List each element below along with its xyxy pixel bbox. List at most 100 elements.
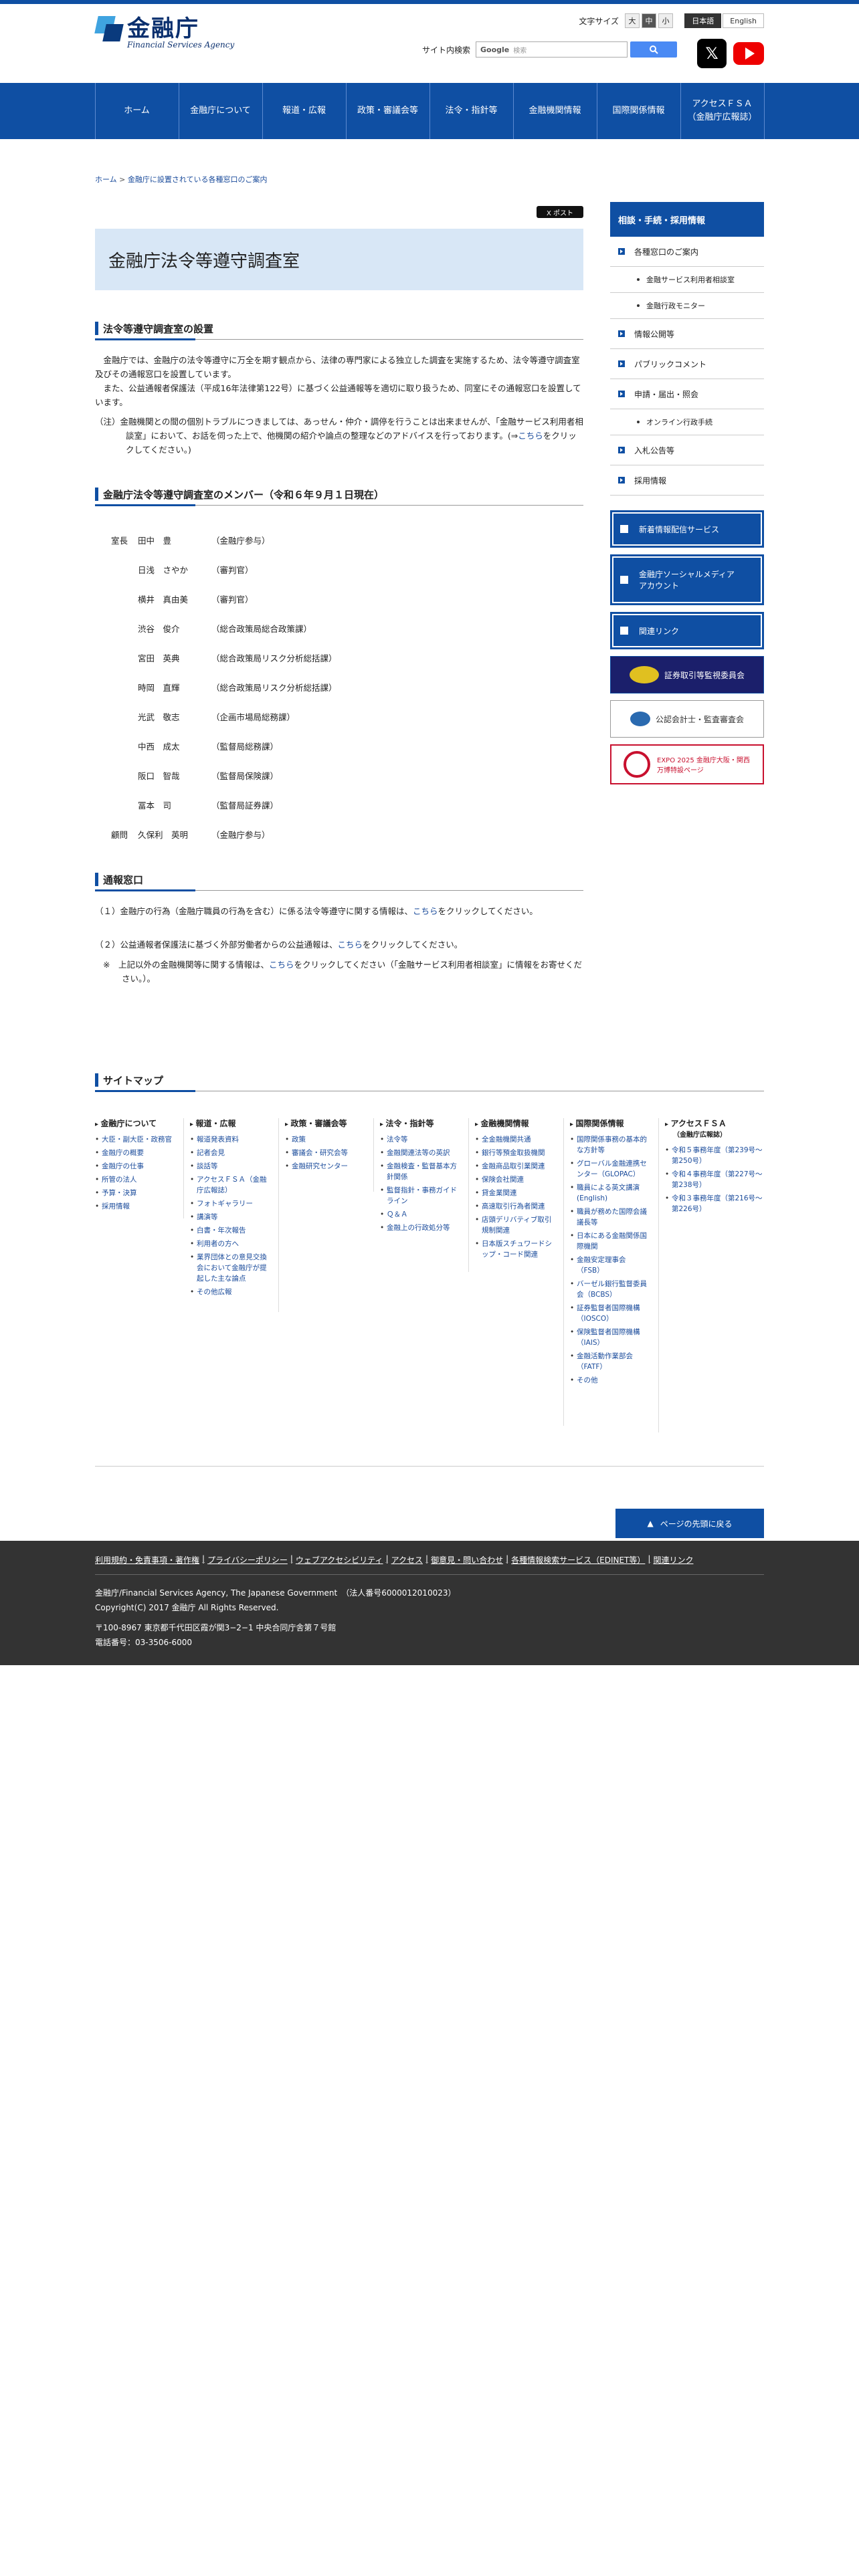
site-logo[interactable]: 金融庁 Financial Services Agency xyxy=(94,16,234,49)
sitemap-link[interactable]: その他広報 xyxy=(190,1287,269,1297)
sitemap-link[interactable]: 記者会見 xyxy=(190,1148,269,1158)
sitemap-link[interactable]: 金融商品取引業関連 xyxy=(475,1161,554,1172)
sitemap-link[interactable]: 令和３事務年度（第216号〜第226号） xyxy=(665,1193,764,1214)
breadcrumb-parent-link[interactable]: 金融庁に設置されている各種窓口のご案内 xyxy=(128,175,268,184)
sitemap-link[interactable]: 政策 xyxy=(285,1134,364,1145)
sitemap-link[interactable]: 金融上の行政処分等 xyxy=(380,1222,459,1233)
sitemap-link[interactable]: 職員が務めた国際会議議長等 xyxy=(570,1206,649,1228)
banner-related-links[interactable]: 関連リンク xyxy=(610,612,764,649)
sitemap-link[interactable]: 令和４事務年度（第227号〜第238号） xyxy=(665,1169,764,1190)
sitemap-link[interactable]: 金融活動作業部会（FATF） xyxy=(570,1351,649,1372)
sidebar-item-consultation[interactable]: 金融サービス利用者相談室 xyxy=(610,267,764,293)
sitemap-link[interactable]: 業界団体との意見交換会において金融庁が提起した主な論点 xyxy=(190,1252,269,1284)
lang-japanese-button[interactable]: 日本語 xyxy=(684,13,722,28)
sidebar-item-monitor[interactable]: 金融行政モニター xyxy=(610,293,764,319)
report-item-1-link[interactable]: こちら xyxy=(413,906,438,916)
sidebar-item-public-comment[interactable]: パブリックコメント xyxy=(610,349,764,379)
text-size-large-button[interactable]: 大 xyxy=(625,13,640,28)
sitemap-link[interactable]: 所管の法人 xyxy=(95,1174,174,1185)
footer-link-access[interactable]: アクセス xyxy=(391,1554,423,1574)
search-input[interactable]: Google 検索 xyxy=(476,41,628,58)
sitemap-link[interactable]: 職員による英文講演(English) xyxy=(570,1182,649,1204)
sitemap-link[interactable]: 監督指針・事務ガイドライン xyxy=(380,1185,459,1206)
sitemap-link[interactable]: 保険監督者国際機構（IAIS） xyxy=(570,1327,649,1348)
x-twitter-icon[interactable]: 𝕏 xyxy=(697,39,727,68)
banner-expo2025[interactable]: EXPO 2025 金融庁大阪・関西万博特設ページ xyxy=(610,744,764,784)
sitemap-link[interactable]: 利用者の方へ xyxy=(190,1239,269,1249)
report-item-2-link[interactable]: こちら xyxy=(338,940,363,950)
footer-link-related[interactable]: 関連リンク xyxy=(653,1554,693,1574)
sitemap-link[interactable]: 金融検査・監督基本方針関係 xyxy=(380,1161,459,1182)
sitemap-link[interactable]: 国際関係事務の基本的な方針等 xyxy=(570,1134,649,1156)
page-top-label: ページの先頭に戻る xyxy=(660,1519,733,1529)
sitemap-link[interactable]: 金融庁の仕事 xyxy=(95,1161,174,1172)
expo-logo-icon xyxy=(624,751,650,778)
banner-sesc[interactable]: 証券取引等監視委員会 xyxy=(610,656,764,693)
nav-laws[interactable]: 法令・指針等 xyxy=(430,83,514,139)
footer-link-accessibility[interactable]: ウェブアクセシビリティ xyxy=(296,1554,383,1574)
text-size-small-button[interactable]: 小 xyxy=(658,13,673,28)
sidebar-item-online[interactable]: オンライン行政手続 xyxy=(610,409,764,435)
lang-english-button[interactable]: English xyxy=(723,13,764,28)
sidebar-item-recruit[interactable]: 採用情報 xyxy=(610,465,764,496)
sitemap-divider xyxy=(278,1118,279,1312)
banner-cpaaob[interactable]: 公認会計士・監査審査会 xyxy=(610,700,764,738)
sitemap-link[interactable]: フォトギャラリー xyxy=(190,1198,269,1209)
sitemap-link[interactable]: 講演等 xyxy=(190,1212,269,1222)
sitemap-link[interactable]: 採用情報 xyxy=(95,1201,174,1212)
sidebar-item-applications[interactable]: 申請・届出・照会 xyxy=(610,379,764,409)
sidebar-item-windows[interactable]: 各種窓口のご案内 xyxy=(610,237,764,267)
footer-link-edinet[interactable]: 各種情報検索サービス（EDINET等） xyxy=(511,1554,645,1574)
sitemap-link[interactable]: 金融庁の概要 xyxy=(95,1148,174,1158)
sitemap-link[interactable]: 法令等 xyxy=(380,1134,459,1145)
breadcrumb-home-link[interactable]: ホーム xyxy=(95,175,117,184)
sitemap-link[interactable]: 金融関連法等の英訳 xyxy=(380,1148,459,1158)
report-item-3-link[interactable]: こちら xyxy=(269,960,294,970)
banner-news-delivery[interactable]: 新着情報配信サービス xyxy=(610,510,764,548)
sitemap-link[interactable]: 審議会・研究会等 xyxy=(285,1148,364,1158)
sitemap-link[interactable]: 日本版スチュワードシップ・コード関連 xyxy=(475,1239,554,1260)
footer-link-privacy[interactable]: プライバシーポリシー xyxy=(207,1554,288,1574)
sidebar-item-disclosure[interactable]: 情報公開等 xyxy=(610,319,764,349)
search-button[interactable] xyxy=(630,41,677,58)
nav-institutions[interactable]: 金融機関情報 xyxy=(514,83,597,139)
sitemap-link[interactable]: 証券監督者国際機構（IOSCO） xyxy=(570,1303,649,1324)
sitemap-link[interactable]: 貸金業関連 xyxy=(475,1188,554,1198)
x-post-button[interactable]: X ポスト xyxy=(537,206,583,218)
sitemap-link[interactable]: 白書・年次報告 xyxy=(190,1225,269,1236)
member-row: 顧問 久保利 英明 （金融庁参与） xyxy=(111,828,337,857)
sidebar-item-bids[interactable]: 入札公告等 xyxy=(610,435,764,465)
footer-link-terms[interactable]: 利用規約・免責事項・著作権 xyxy=(95,1554,199,1574)
nav-access-fsa[interactable]: アクセスＦＳＡ （金融庁広報誌） xyxy=(681,83,765,139)
page-top-button[interactable]: ▲ ページの先頭に戻る xyxy=(615,1509,764,1538)
sitemap-link[interactable]: バーゼル銀行監督委員会（BCBS） xyxy=(570,1279,649,1300)
sitemap-link[interactable]: 令和５事務年度（第239号〜第250号） xyxy=(665,1145,764,1166)
footer-link-contact[interactable]: 御意見・問い合わせ xyxy=(431,1554,503,1574)
sitemap-link[interactable]: 保険会社関連 xyxy=(475,1174,554,1185)
sitemap-link[interactable]: 店頭デリバティブ取引規制関連 xyxy=(475,1214,554,1236)
sitemap-link[interactable]: 高速取引行為者関連 xyxy=(475,1201,554,1212)
sitemap-link[interactable]: 金融安定理事会（FSB） xyxy=(570,1255,649,1276)
youtube-icon[interactable] xyxy=(733,42,764,65)
note-link[interactable]: こちら xyxy=(518,431,543,441)
sitemap-link[interactable]: Ｑ＆Ａ xyxy=(380,1209,459,1220)
text-size-medium-button[interactable]: 中 xyxy=(642,13,656,28)
nav-about[interactable]: 金融庁について xyxy=(179,83,263,139)
sitemap-link[interactable]: 大臣・副大臣・政務官 xyxy=(95,1134,174,1145)
sitemap-link[interactable]: その他 xyxy=(570,1375,649,1386)
banner-social-media[interactable]: 金融庁ソーシャルメディアアカウント xyxy=(610,554,764,605)
sitemap-link[interactable]: 日本にある金融関係国際機関 xyxy=(570,1230,649,1252)
sitemap-link[interactable]: 銀行等預金取扱機関 xyxy=(475,1148,554,1158)
nav-press[interactable]: 報道・広報 xyxy=(263,83,347,139)
nav-policy[interactable]: 政策・審議会等 xyxy=(347,83,430,139)
sitemap-link[interactable]: 談話等 xyxy=(190,1161,269,1172)
sitemap-link[interactable]: 報道発表資料 xyxy=(190,1134,269,1145)
sitemap-link[interactable]: アクセスＦＳＡ（金融庁広報誌） xyxy=(190,1174,269,1196)
nav-international[interactable]: 国際関係情報 xyxy=(597,83,681,139)
sitemap-link[interactable]: グローバル金融連携センター（GLOPAC） xyxy=(570,1158,649,1180)
sitemap-link[interactable]: 予算・決算 xyxy=(95,1188,174,1198)
sitemap-link[interactable]: 全金融機関共通 xyxy=(475,1134,554,1145)
nav-home[interactable]: ホーム xyxy=(96,83,179,139)
sitemap-link[interactable]: 金融研究センター xyxy=(285,1161,364,1172)
member-role: 室長 xyxy=(111,536,128,546)
